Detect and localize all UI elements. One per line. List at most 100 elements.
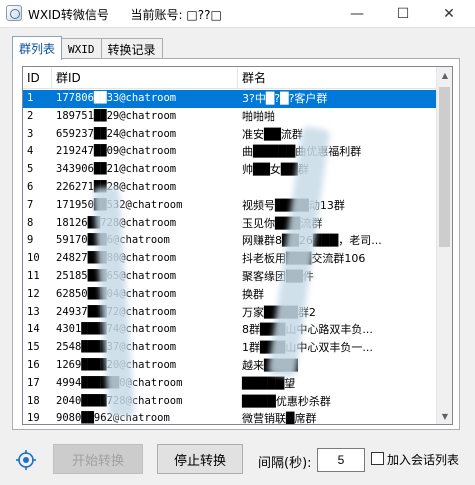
table-row[interactable]: 15 2548████37@chatroom 1群███山中心双丰负一... xyxy=(23,339,438,357)
row-id-cell: 11 xyxy=(27,269,40,282)
table-row[interactable]: 17 4994██████0@chatroom █████望 xyxy=(23,375,438,393)
row-group-name-cell: ████优惠秒杀群 xyxy=(242,394,331,408)
row-id-cell: 16 xyxy=(27,358,40,371)
bottom-toolbar: 开始转换 停止转换 间隔(秒): 5 加入会话列表 xyxy=(0,440,475,480)
row-group-name-cell: 视频号████动13群 xyxy=(238,197,438,215)
row-id-cell: 8 xyxy=(27,216,34,229)
row-id-cell: 6 xyxy=(27,180,34,193)
scroll-thumb[interactable] xyxy=(439,87,450,247)
window-title: WXID转微信号 当前账号: □??□ xyxy=(28,6,222,23)
row-id-cell: 15 xyxy=(27,341,40,354)
add-to-session-label[interactable]: 加入会话列表 xyxy=(387,451,459,468)
list-rows: 1 177806██33@chatroom 3?中█?█?客户群 2 189751██2… xyxy=(23,90,438,425)
row-group-name-cell: 准安██流群 xyxy=(242,127,303,141)
row-id-cell: 4 xyxy=(27,145,34,158)
row-group-name-cell: 帅██女██群 xyxy=(242,163,309,177)
row-id-cell: 13 xyxy=(27,305,40,318)
scroll-down-icon[interactable]: ▼ xyxy=(437,408,452,424)
table-row[interactable]: 11 25185███65@chatroom 聚客缘团██件 xyxy=(23,268,438,286)
row-group-name-cell: 3?中█?█?客户群 xyxy=(242,92,328,105)
row-group-name-cell: 玉见你███流群 xyxy=(242,216,323,230)
maximize-button[interactable]: ☐ xyxy=(386,0,420,28)
table-row[interactable]: 8 18126██728@chatroom 玉见你███流群 xyxy=(23,215,438,233)
table-row[interactable]: 14 4301████74@chatroom 8群███山中心路双丰负... xyxy=(23,321,438,339)
row-id-cell: 7 xyxy=(27,198,34,211)
column-header-id[interactable]: ID xyxy=(23,67,52,89)
tab-wxid[interactable]: WXID xyxy=(61,38,102,60)
table-row[interactable]: 161269████20@chatroom越来████ xyxy=(23,357,438,375)
row-group-id-cell: 226271██28@chatroom xyxy=(52,179,238,197)
minimize-button[interactable]: — xyxy=(340,0,374,28)
current-account-label: 当前账号: □??□ xyxy=(130,8,222,22)
row-id-cell: 2 xyxy=(27,109,34,122)
list-header: ID 群ID 群名 xyxy=(23,67,438,89)
row-id-cell: 14 xyxy=(27,323,40,336)
row-id-cell: 19 xyxy=(27,412,40,425)
row-group-id-cell: 9080██962@chatroom xyxy=(56,412,170,425)
row-group-name-cell: 8群███山中心路双丰负... xyxy=(242,323,373,337)
row-group-name-cell: 微营销联█席群 xyxy=(242,412,317,425)
row-group-name-cell: 啪啪啪 xyxy=(242,109,275,123)
title-bar: WXID转微信号 当前账号: □??□ — ☐ ✕ xyxy=(0,0,475,28)
scroll-up-icon[interactable]: ▲ xyxy=(437,67,452,83)
app-title: WXID转微信号 xyxy=(28,8,109,22)
table-row[interactable]: 10 24827███80@chatroom抖老板用███交流群106 xyxy=(23,250,438,268)
row-id-cell: 10 xyxy=(27,252,40,265)
app-icon xyxy=(6,5,22,21)
vertical-scrollbar[interactable]: ▲ ▼ xyxy=(436,67,452,424)
table-row[interactable]: 2 189751██29@chatroom 啪啪啪 xyxy=(23,108,438,126)
row-group-id-cell: 25185███65@chatroom xyxy=(52,268,238,286)
row-group-id-cell: 24827███80@chatroom xyxy=(52,250,238,268)
table-row[interactable]: 5 343906██21@chatroom 帅██女██群 xyxy=(23,161,438,179)
row-group-id-cell: 24937███72@chatroom xyxy=(52,304,238,322)
row-group-id-cell: 2548████37@chatroom xyxy=(52,339,238,357)
row-group-id-cell: 219247██09@chatroom xyxy=(56,145,177,158)
row-id-cell: 9 xyxy=(27,234,34,247)
tab-panel: ID 群ID 群名 1 177806██33@chatroom 3?中█?█?客户群… xyxy=(12,58,460,430)
close-button[interactable]: ✕ xyxy=(432,0,466,28)
table-row[interactable]: 4 219247██09@chatroom 曲█████曲优惠福利群 xyxy=(23,143,438,161)
row-group-id-cell: 177806██33@chatroom xyxy=(56,92,177,104)
row-group-id-cell: 343906██21@chatroom xyxy=(56,163,177,176)
table-row[interactable]: 3 659237██24@chatroom 准安██流群 xyxy=(23,126,438,144)
table-row[interactable]: 7 171950██532@chatroom视频号████动13群 xyxy=(23,197,438,215)
table-row[interactable]: 9 59170███6@chatroom网赚群8██26███，老司... xyxy=(23,232,438,250)
row-group-id-cell: 1269████20@chatroom xyxy=(52,357,238,375)
row-group-name-cell xyxy=(238,179,438,197)
row-group-name-cell: 曲█████曲优惠福利群 xyxy=(238,143,438,161)
row-group-id-cell: 4301████74@chatroom xyxy=(52,321,238,339)
row-group-name-cell: 抖老板用███交流群106 xyxy=(238,250,438,268)
row-group-id-cell: 659237██24@chatroom xyxy=(56,127,177,140)
tab-conversion-log[interactable]: 转换记录 xyxy=(100,38,163,60)
table-row[interactable]: 18 2040████728@chatroom ████优惠秒杀群 xyxy=(23,393,438,411)
group-list-view[interactable]: ID 群ID 群名 1 177806██33@chatroom 3?中█?█?客户群… xyxy=(22,66,453,425)
row-id-cell: 17 xyxy=(27,376,40,389)
table-row[interactable]: 13 24937███72@chatroom万家████群2 xyxy=(23,304,438,322)
table-row[interactable]: 6 226271██28@chatroom xyxy=(23,179,438,197)
add-to-session-checkbox[interactable] xyxy=(371,452,384,465)
tab-strip: 群列表 WXID 转换记录 xyxy=(12,36,163,60)
row-id-cell: 18 xyxy=(27,394,40,407)
stop-convert-button[interactable]: 停止转换 xyxy=(157,444,243,474)
row-group-id-cell: 189751██29@chatroom xyxy=(56,109,177,122)
row-id-cell: 12 xyxy=(27,287,40,300)
row-group-id-cell: 171950██532@chatroom xyxy=(52,197,238,215)
table-row[interactable]: 19 9080██962@chatroom 微营销联█席群 xyxy=(23,410,438,425)
row-id-cell: 3 xyxy=(27,127,34,140)
row-group-name-cell: █████望 xyxy=(242,376,296,390)
interval-label: 间隔(秒): xyxy=(258,456,312,471)
column-header-group-id[interactable]: 群ID xyxy=(52,67,238,89)
tab-group-list[interactable]: 群列表 xyxy=(12,36,63,60)
start-convert-button[interactable]: 开始转换 xyxy=(53,444,143,474)
row-id-cell: 5 xyxy=(27,163,34,176)
column-header-group-name[interactable]: 群名 xyxy=(238,67,438,89)
row-group-id-cell: 59170███6@chatroom xyxy=(52,232,238,250)
row-group-id-cell: 62850███04@chatroom xyxy=(52,286,238,304)
table-row[interactable]: 12 62850███04@chatroom 换群 xyxy=(23,286,438,304)
row-group-id-cell: 2040████728@chatroom xyxy=(52,393,238,411)
row-id-cell: 1 xyxy=(27,92,34,104)
target-icon[interactable] xyxy=(16,450,36,470)
table-row[interactable]: 1 177806██33@chatroom 3?中█?█?客户群 xyxy=(23,90,438,108)
interval-input[interactable]: 5 xyxy=(317,448,365,472)
row-group-name-cell: 聚客缘团██件 xyxy=(242,269,314,283)
